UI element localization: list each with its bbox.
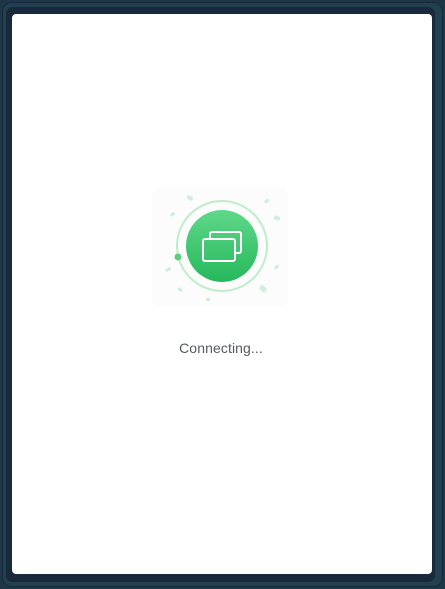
- connection-status-text: Connecting...: [179, 340, 263, 356]
- orbit-dot: [174, 253, 182, 261]
- loader-graphic: [165, 195, 281, 301]
- status-disc: [186, 210, 258, 282]
- connecting-spinner: [152, 188, 288, 306]
